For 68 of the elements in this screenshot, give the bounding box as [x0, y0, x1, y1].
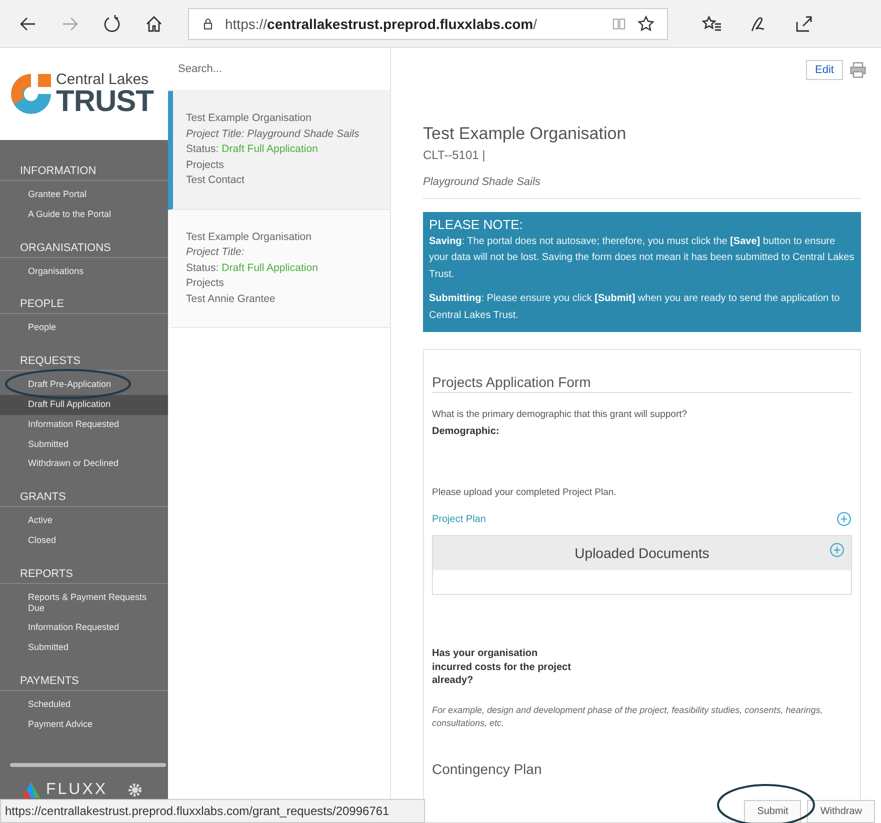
card-organisation: Test Example Organisation: [186, 111, 312, 126]
sidebar-item[interactable]: People: [0, 318, 168, 338]
card-status: Draft Full Application: [222, 262, 318, 274]
record-title: Test Example Organisation: [423, 124, 628, 144]
request-card[interactable]: Test Example Organisation Project Title: Playground Shade Sails Status: Draft Full Application Projects Test Contact: [168, 91, 390, 210]
card-status-label: Status:: [186, 143, 219, 155]
sidebar-heading: REPORTS: [0, 564, 168, 584]
hint-text: For example, design and development phase of the project, feasibility studies, consents, hearings, consultations, etc.: [432, 704, 824, 730]
question-text: What is the primary demographic that this grant will support?: [432, 409, 688, 420]
sidebar-item[interactable]: Draft Pre-Application: [0, 375, 168, 395]
card-status: Draft Full Application: [222, 143, 318, 155]
logo-text: Central Lakes: [56, 72, 150, 86]
record-code: CLT--5101 |: [423, 148, 486, 162]
sidebar-item[interactable]: Submitted: [0, 434, 168, 454]
action-button[interactable]: Submit: [744, 800, 802, 823]
sidebar-heading: PAYMENTS: [0, 672, 168, 691]
card-type: Projects: [186, 276, 224, 291]
card-status-label: Status:: [186, 262, 219, 274]
notice-text: Submitting: Please ensure you click [Submit] when you are ready to send the application to Central Lakes Trust.: [429, 292, 841, 322]
notice-text: Saving: The portal does not autosave; therefore, you must click the [Save] button to ensure your data will not be lost. Saving the form does not mean it has been submitted to Central Lakes Trust.: [429, 234, 855, 282]
logo-icon: [22, 782, 40, 798]
status-url: https://centrallakestrust.preprod.fluxxlabs.com/grant_requests/20996761: [0, 799, 425, 823]
home-icon[interactable]: [144, 14, 164, 34]
card-contact: Test Annie Grantee: [186, 292, 276, 306]
notice-heading: PLEASE NOTE:: [429, 217, 524, 234]
sidebar-item[interactable]: Payment Advice: [0, 714, 168, 735]
fluxx-logo: FLUXX: [46, 781, 108, 799]
sidebar-item[interactable]: Submitted: [0, 638, 168, 658]
form-heading: Projects Application Form: [432, 374, 852, 393]
sidebar-heading: GRANTS: [0, 488, 168, 508]
star-icon[interactable]: [637, 14, 655, 32]
request-card[interactable]: Test Example Organisation Project Title: Status: Draft Full Application Projects Test Annie Grantee: [168, 210, 390, 328]
card-project-title: Project Title:: [186, 245, 244, 260]
refresh-icon[interactable]: [102, 14, 122, 34]
add-icon[interactable]: [836, 511, 852, 527]
documents-title: Uploaded Documents: [574, 545, 710, 561]
sidebar-item[interactable]: Closed: [0, 530, 168, 551]
upload-prompt: Please upload your completed Project Plan.: [432, 487, 618, 498]
sidebar-item[interactable]: Scheduled: [0, 694, 168, 715]
share-icon[interactable]: [794, 14, 814, 34]
card-type: Projects: [186, 158, 224, 172]
lock-icon: [201, 16, 215, 30]
action-button[interactable]: Withdraw: [807, 800, 875, 823]
print-icon[interactable]: [849, 61, 867, 79]
project-plan-link[interactable]: Project Plan: [432, 514, 486, 524]
sidebar-item[interactable]: Draft Full Application: [0, 394, 168, 415]
sidebar-item[interactable]: Active: [0, 511, 168, 531]
sidebar-item[interactable]: Reports & Payment Requests Due: [0, 588, 168, 618]
sidebar-item[interactable]: A Guide to the Portal: [0, 204, 168, 225]
card-organisation: Test Example Organisation: [186, 230, 312, 244]
sidebar-item[interactable]: Organisations: [0, 262, 168, 282]
favorites-icon[interactable]: [702, 14, 722, 34]
sidebar-item[interactable]: Grantee Portal: [0, 185, 168, 205]
sidebar-item[interactable]: Withdrawn or Declined: [0, 454, 168, 474]
edit-button[interactable]: Edit: [806, 60, 843, 80]
question-text: Has your organisation incurred costs for the project already?: [432, 647, 572, 688]
logo-wordmark: TRUST: [56, 86, 154, 116]
sidebar-item[interactable]: Information Requested: [0, 414, 168, 435]
card-contact: Test Contact: [186, 173, 244, 188]
card-project-title: Project Title: Playground Shade Sails: [186, 126, 360, 142]
section-heading: Contingency Plan: [432, 760, 543, 776]
sidebar-item[interactable]: Information Requested: [0, 618, 168, 638]
settings-icon[interactable]: [128, 783, 142, 797]
scrollbar[interactable]: [10, 762, 166, 767]
logo-icon: [8, 71, 54, 117]
sidebar-heading: REQUESTS: [0, 352, 168, 372]
record-subtitle: Playground Shade Sails: [423, 176, 861, 199]
field-label: Demographic:: [432, 426, 500, 437]
